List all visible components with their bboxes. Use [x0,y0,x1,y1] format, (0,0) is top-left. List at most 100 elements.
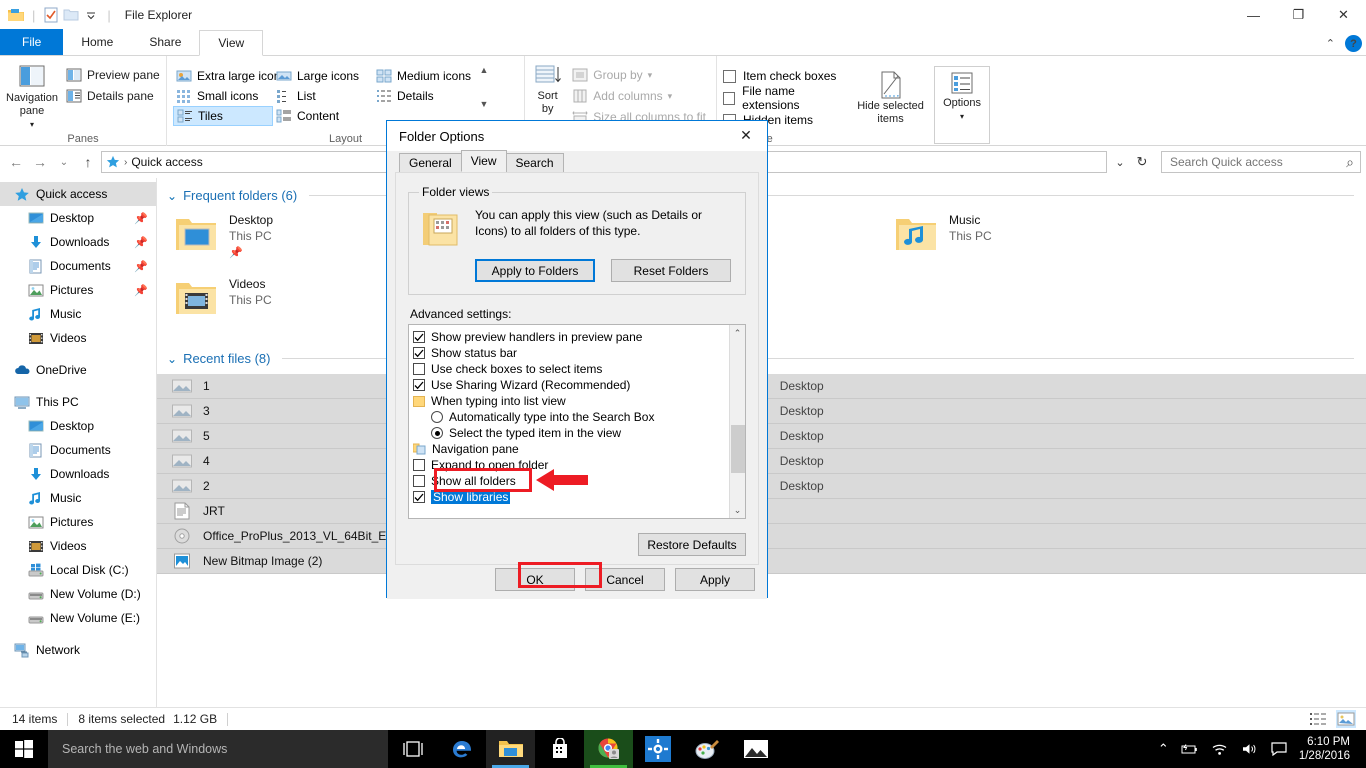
scroll-up-icon[interactable]: ⌃ [730,325,745,341]
dialog-close-button[interactable]: ✕ [725,121,767,149]
collapse-ribbon-icon[interactable]: ⌃ [1326,37,1335,50]
advanced-setting-checkbox[interactable] [413,459,425,471]
add-columns-button[interactable]: Add columns ▾ [568,87,710,105]
minimize-button[interactable]: — [1231,0,1276,30]
file-name-extensions-option[interactable]: File name extensions [723,88,847,108]
item-check-boxes-option[interactable]: Item check boxes [723,66,847,86]
tab-view[interactable]: View [199,30,263,56]
advanced-setting-checkbox[interactable] [413,491,425,503]
folder-tile-music[interactable]: Music This PC [889,209,1129,273]
restore-defaults-button[interactable]: Restore Defaults [638,533,746,556]
start-button[interactable] [0,730,48,768]
navigation-pane-caret-icon[interactable]: ▾ [30,118,34,131]
sidebar-item-new-volume-d[interactable]: New Volume (D:) [0,582,156,606]
recent-locations-button[interactable]: ⌄ [53,151,75,173]
taskbar-clock[interactable]: 6:10 PM 1/28/2016 [1299,735,1356,763]
dialog-tab-view[interactable]: View [461,150,507,172]
hide-selected-items-button[interactable]: Hide selected items [857,66,924,126]
forward-button[interactable]: → [29,151,51,173]
sidebar-item-new-volume-e[interactable]: New Volume (E:) [0,606,156,630]
view-small-icons[interactable]: Small icons [173,86,273,106]
search-icon[interactable]: ⌕ [1346,154,1354,171]
taskbar-file-explorer-button[interactable] [486,730,535,768]
search-input[interactable] [1168,154,1346,170]
view-extra-large-icons[interactable]: Extra large icons [173,66,273,86]
advanced-setting-row[interactable]: Use Sharing Wizard (Recommended) [413,377,745,393]
sidebar-item-documents[interactable]: Documents [0,438,156,462]
up-button[interactable]: ↑ [77,151,99,173]
advanced-setting-radio[interactable] [431,427,443,439]
advanced-setting-row[interactable]: Show preview handlers in preview pane [413,329,745,345]
sidebar-item-this-pc[interactable]: This PC [0,390,156,414]
sidebar-item-videos[interactable]: Videos [0,534,156,558]
recent-files-chevron-icon[interactable]: ⌄ [167,352,177,366]
advanced-setting-checkbox[interactable] [413,475,425,487]
layout-scroll-up-icon[interactable]: ▲ [480,66,489,75]
sidebar-item-network[interactable]: Network [0,638,156,662]
wifi-icon[interactable] [1211,742,1229,756]
sidebar-item-local-disk-c[interactable]: Local Disk (C:) [0,558,156,582]
advanced-setting-checkbox[interactable] [413,331,425,343]
maximize-button[interactable]: ❐ [1276,0,1321,30]
advanced-setting-row[interactable]: Use check boxes to select items [413,361,745,377]
taskbar-edge-button[interactable] [437,730,486,768]
advanced-setting-row[interactable]: Select the typed item in the view [413,425,745,441]
sidebar-item-music[interactable]: Music [0,302,156,326]
view-details[interactable]: Details [373,86,473,106]
add-columns-caret-icon[interactable]: ▾ [668,91,673,102]
view-content[interactable]: Content [273,106,373,126]
taskbar-settings-button[interactable] [633,730,682,768]
sidebar-item-onedrive[interactable]: OneDrive [0,358,156,382]
taskbar-paint-button[interactable] [682,730,731,768]
advanced-setting-row[interactable]: Navigation pane [413,441,745,457]
dialog-tab-search[interactable]: Search [506,153,564,172]
advanced-setting-row[interactable]: Automatically type into the Search Box [413,409,745,425]
view-tiles[interactable]: Tiles [173,106,273,126]
advanced-setting-row[interactable]: Show status bar [413,345,745,361]
tab-file[interactable]: File [0,29,63,55]
sidebar-item-videos[interactable]: Videos [0,326,156,350]
sidebar-item-quick-access[interactable]: Quick access [0,182,156,206]
ok-button[interactable]: OK [495,568,575,591]
properties-icon[interactable] [41,5,61,25]
advanced-setting-checkbox[interactable] [413,363,425,375]
pin-icon[interactable]: 📌 [134,260,148,273]
folder-tile-desktop[interactable]: Desktop This PC 📌 [169,209,409,273]
help-icon[interactable]: ? [1345,35,1362,52]
file-name-extensions-checkbox[interactable] [723,92,735,105]
advanced-setting-checkbox[interactable] [413,379,425,391]
action-center-icon[interactable] [1271,742,1287,756]
layout-scroll-down-icon[interactable]: ▼ [480,100,489,109]
pin-icon[interactable]: 📌 [134,236,148,249]
customize-qat-caret-icon[interactable] [81,5,101,25]
status-details-view-button[interactable] [1308,710,1328,728]
sidebar-item-documents[interactable]: Documents📌 [0,254,156,278]
view-large-icons[interactable]: Large icons [273,66,373,86]
apply-to-folders-button[interactable]: Apply to Folders [475,259,595,282]
sidebar-item-music[interactable]: Music [0,486,156,510]
tab-share[interactable]: Share [131,29,199,55]
cancel-button[interactable]: Cancel [585,568,665,591]
advanced-setting-checkbox[interactable] [413,347,425,359]
item-check-boxes-checkbox[interactable] [723,70,736,83]
taskbar-task-view-button[interactable] [388,730,437,768]
tab-home[interactable]: Home [63,29,131,55]
advanced-settings-listbox[interactable]: Show preview handlers in preview paneSho… [408,324,746,519]
view-medium-icons[interactable]: Medium icons [373,66,473,86]
dialog-tab-general[interactable]: General [399,153,462,172]
folder-tile-videos[interactable]: Videos This PC [169,273,409,337]
details-pane-button[interactable]: Details pane [62,87,164,105]
breadcrumb-quick-access[interactable]: Quick access [131,155,202,169]
volume-icon[interactable] [1241,742,1259,756]
advanced-setting-row[interactable]: Show all folders [413,473,745,489]
pin-icon[interactable]: 📌 [134,212,148,225]
advanced-settings-scrollbar[interactable]: ⌃ ⌄ [729,325,745,518]
close-button[interactable]: ✕ [1321,0,1366,30]
preview-pane-button[interactable]: Preview pane [62,66,164,84]
options-caret-icon[interactable]: ▾ [960,110,964,123]
group-by-caret-icon[interactable]: ▾ [648,70,653,81]
options-button[interactable]: Options ▾ [934,66,990,144]
scrollbar-thumb[interactable] [731,425,745,473]
group-by-button[interactable]: Group by ▾ [568,66,710,84]
reset-folders-button[interactable]: Reset Folders [611,259,731,282]
